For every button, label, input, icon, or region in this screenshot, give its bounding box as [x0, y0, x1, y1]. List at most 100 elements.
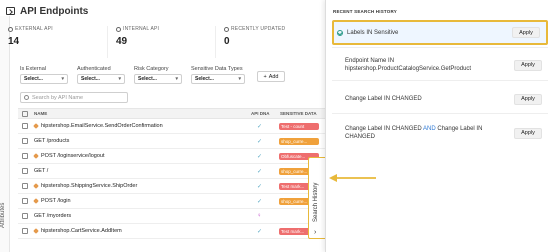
- row-checkbox[interactable]: [22, 183, 28, 189]
- apply-button[interactable]: Apply: [514, 59, 542, 71]
- table-row[interactable]: GET /products ✓ shop_curre...: [18, 134, 325, 149]
- table-row[interactable]: hipstershop.ShippingService.ShipOrder ✓ Te…: [18, 179, 325, 194]
- stat-external-api: EXTERNAL API 14: [0, 26, 108, 58]
- divider: [332, 113, 548, 114]
- table-row[interactable]: hipstershop.CartService.AddItem ✓ Test mar…: [18, 224, 325, 239]
- endpoint-name[interactable]: POST /login: [33, 198, 71, 204]
- row-checkbox[interactable]: [22, 168, 28, 174]
- table-row[interactable]: GET /myorders ♀: [18, 209, 325, 224]
- check-icon: ✓: [257, 228, 263, 235]
- stat-label: RECENTLY UPDATED: [231, 26, 286, 32]
- panel-title: RECENT SEARCH HISTORY: [333, 9, 397, 14]
- pointer-arrow: [329, 174, 376, 182]
- history-item[interactable]: Labels IN Sensitive Apply: [332, 20, 548, 45]
- filter-is-external: Is External Select... ▾: [20, 66, 68, 88]
- row-checkbox[interactable]: [22, 228, 28, 234]
- page-title: API Endpoints: [20, 5, 89, 17]
- history-item[interactable]: Change Label IN CHANGED AND Change Label…: [332, 122, 548, 144]
- api-dna-icon: ♀: [257, 213, 262, 219]
- filter-select[interactable]: Select... ▾: [77, 74, 125, 84]
- filter-select[interactable]: Select... ▾: [20, 74, 68, 84]
- filter-label: Authenticated: [77, 66, 111, 72]
- search-input[interactable]: Search by API Name: [20, 92, 128, 103]
- endpoint-name[interactable]: GET /products: [34, 138, 69, 144]
- attributes-label: Attributes: [0, 202, 6, 228]
- check-circle-icon: [337, 29, 343, 36]
- divider: [332, 47, 548, 48]
- endpoint-name[interactable]: GET /myorders: [34, 213, 71, 219]
- grpc-icon: [33, 123, 39, 129]
- check-icon: ✓: [257, 123, 263, 130]
- apply-button[interactable]: Apply: [512, 27, 540, 38]
- add-filter-button[interactable]: + Add: [257, 71, 285, 82]
- stat-value: 0: [224, 36, 230, 47]
- check-icon: ✓: [257, 183, 263, 190]
- network-icon: [116, 26, 121, 32]
- table-header: NAME API DNA SENSITIVE DATA: [18, 108, 325, 119]
- history-item[interactable]: Change Label IN CHANGED Apply: [332, 90, 548, 108]
- history-item[interactable]: Endpoint Name IN hipstershop.ProductCata…: [332, 54, 548, 76]
- endpoint-name[interactable]: POST /loginservice/logout: [33, 153, 105, 159]
- column-header-name[interactable]: NAME: [34, 111, 47, 116]
- stat-label: EXTERNAL API: [15, 26, 53, 32]
- row-checkbox[interactable]: [22, 138, 28, 144]
- endpoints-table: NAME API DNA SENSITIVE DATA hipstershop.…: [18, 108, 325, 239]
- clock-icon: [224, 26, 229, 32]
- history-item-text: Endpoint Name IN hipstershop.ProductCata…: [345, 58, 472, 72]
- history-item-text: Change Label IN CHANGED: [345, 96, 422, 102]
- check-icon: ✓: [257, 138, 263, 145]
- stat-recently-updated: RECENTLY UPDATED 0: [216, 26, 324, 58]
- plus-icon: +: [263, 73, 267, 80]
- table-row[interactable]: GET / ✓ shop_curre...: [18, 164, 325, 179]
- filter-label: Is External: [20, 66, 46, 72]
- globe-icon: [8, 26, 13, 32]
- filter-authenticated: Authenticated Select... ▾: [77, 66, 125, 88]
- filter-select[interactable]: Select... ▾: [191, 74, 245, 84]
- filter-sensitive-data-types: Sensitive Data Types Select... ▾: [191, 66, 245, 88]
- grpc-icon: [33, 183, 39, 189]
- filter-label: Risk Category: [134, 66, 169, 72]
- endpoint-name[interactable]: GET /: [34, 168, 48, 174]
- column-header-api-dna[interactable]: API DNA: [251, 111, 270, 116]
- search-icon: [24, 95, 29, 100]
- page-header: API Endpoints: [0, 0, 325, 22]
- column-header-sensitive-data[interactable]: SENSITIVE DATA: [280, 111, 317, 116]
- filter-risk-category: Risk Category Select... ▾: [134, 66, 182, 88]
- filter-select[interactable]: Select... ▾: [134, 74, 182, 84]
- chevron-right-icon: ›: [314, 229, 317, 236]
- endpoint-name[interactable]: hipstershop.EmailService.SendOrderConfir…: [33, 123, 163, 129]
- row-checkbox[interactable]: [22, 198, 28, 204]
- endpoint-name[interactable]: hipstershop.CartService.AddItem: [33, 228, 122, 234]
- grpc-icon: [33, 153, 39, 159]
- table-row[interactable]: hipstershop.EmailService.SendOrderConfir…: [18, 119, 325, 134]
- chevron-down-icon: ▾: [175, 76, 178, 82]
- grpc-icon: [33, 198, 39, 204]
- chevron-down-icon: ▾: [118, 76, 121, 82]
- stat-internal-api: INTERNAL API 49: [108, 26, 216, 58]
- endpoint-name[interactable]: hipstershop.ShippingService.ShipOrder: [33, 183, 137, 189]
- sensitive-data-tag: shop_curre...: [279, 137, 319, 145]
- apply-button[interactable]: Apply: [514, 127, 542, 139]
- check-icon: ✓: [257, 168, 263, 175]
- table-row[interactable]: POST /loginservice/logout ✓ Obfuscate...: [18, 149, 325, 164]
- apply-button[interactable]: Apply: [514, 93, 542, 105]
- filter-label: Sensitive Data Types: [191, 66, 243, 72]
- chevron-down-icon: ▾: [61, 76, 64, 82]
- table-row[interactable]: POST /login ✓ shop_curre...: [18, 194, 325, 209]
- chevron-down-icon: ▾: [238, 76, 241, 82]
- row-checkbox[interactable]: [22, 153, 28, 159]
- history-item-text: Labels IN Sensitive: [347, 29, 399, 36]
- row-checkbox[interactable]: [22, 213, 28, 219]
- grpc-icon: [33, 228, 39, 234]
- search-history-tab-label: Search History: [313, 182, 319, 222]
- stat-value: 14: [8, 36, 20, 47]
- check-icon: ✓: [257, 153, 263, 160]
- row-checkbox[interactable]: [22, 123, 28, 129]
- stat-label: INTERNAL API: [123, 26, 160, 32]
- select-all-checkbox[interactable]: [22, 110, 28, 117]
- stat-value: 49: [116, 36, 128, 47]
- search-history-panel: RECENT SEARCH HISTORY Labels IN Sensitiv…: [325, 0, 550, 252]
- check-icon: ✓: [257, 198, 263, 205]
- divider: [332, 80, 548, 81]
- search-placeholder: Search by API Name: [32, 94, 84, 101]
